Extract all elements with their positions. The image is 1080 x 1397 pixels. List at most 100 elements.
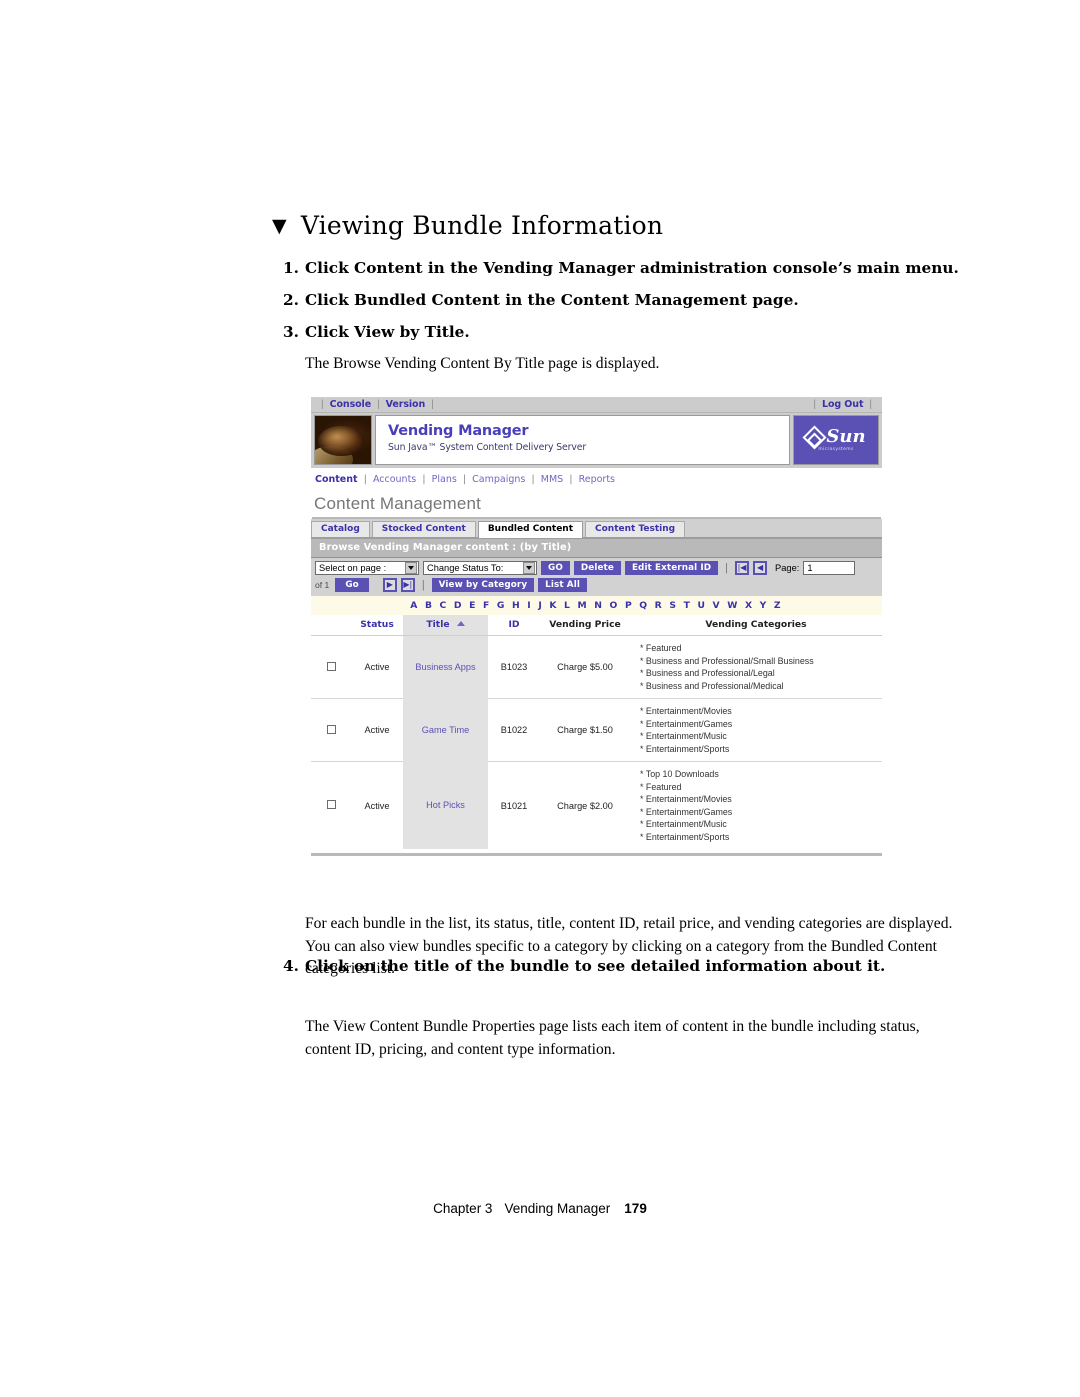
table-row[interactable]: Active Hot Picks B1021 Charge $2.00 * To… bbox=[311, 761, 882, 850]
results-toolbar: Select on page : Change Status To: GO De… bbox=[311, 558, 882, 596]
row-status: Active bbox=[351, 698, 403, 762]
chevron-down-icon[interactable] bbox=[523, 562, 535, 574]
table-row[interactable]: Active Business Apps B1023 Charge $5.00 … bbox=[311, 635, 882, 699]
results-table-head: Status Title ID Vending Price Vending Ca… bbox=[311, 615, 882, 636]
footer-title: Vending Manager bbox=[504, 1201, 611, 1216]
tab-catalog[interactable]: Catalog bbox=[311, 521, 370, 537]
row-categories: * Top 10 Downloads * Featured * Entertai… bbox=[630, 762, 882, 850]
content-management-title: Content Management bbox=[314, 494, 482, 513]
divider: | bbox=[813, 399, 817, 410]
header-vending-price: Vending Price bbox=[540, 615, 630, 636]
paragraph-last: The View Content Bundle Properties page … bbox=[305, 1018, 920, 1058]
category-item: * Entertainment/Games bbox=[640, 718, 733, 729]
version-link[interactable]: Version bbox=[386, 399, 426, 410]
header-title-text: Title bbox=[426, 619, 450, 630]
step-1: 1. Click Content in the Vending Manager a… bbox=[283, 259, 959, 277]
list-all-button[interactable]: List All bbox=[538, 578, 587, 592]
step-2-text: Click Bundled Content in the Content Man… bbox=[305, 291, 799, 309]
step-2-number: 2. bbox=[283, 291, 299, 309]
product-title-block: Vending Manager Sun Java™ System Content… bbox=[375, 415, 790, 465]
table-row[interactable]: Active Game Time B1022 Charge $1.50 * En… bbox=[311, 698, 882, 762]
sun-logo-mark: Sun bbox=[802, 424, 866, 450]
row-checkbox[interactable] bbox=[326, 724, 336, 734]
divider: | bbox=[569, 474, 573, 485]
first-page-icon[interactable]: |◀ bbox=[735, 561, 750, 575]
sun-diamond-icon bbox=[802, 424, 827, 450]
row-checkbox[interactable] bbox=[326, 800, 336, 809]
row-id: B1023 bbox=[488, 635, 540, 699]
edit-external-id-button[interactable]: Edit External ID bbox=[624, 561, 719, 575]
change-status-dropdown[interactable]: Change Status To: bbox=[423, 561, 537, 575]
row-categories: * Featured * Business and Professional/S… bbox=[630, 635, 882, 699]
alphabet-filter[interactable]: A B C D E F G H I J K L M N O P Q R S T … bbox=[311, 596, 882, 615]
footer-chapter: Chapter 3 bbox=[433, 1201, 493, 1216]
sun-logo: Sun microsystems bbox=[793, 415, 879, 465]
main-nav: Content | Accounts | Plans | Campaigns |… bbox=[311, 468, 882, 492]
nav-item-content[interactable]: Content bbox=[315, 474, 358, 485]
page-input[interactable]: 1 bbox=[803, 561, 856, 575]
category-item: * Entertainment/Sports bbox=[640, 831, 730, 842]
category-item: * Business and Professional/Small Busine… bbox=[640, 655, 814, 666]
category-item: * Entertainment/Music bbox=[640, 731, 727, 741]
paragraph-after-step-3: The Browse Vending Content By Title page… bbox=[305, 355, 660, 372]
header-title[interactable]: Title bbox=[403, 615, 488, 636]
results-table-body: Active Business Apps B1023 Charge $5.00 … bbox=[311, 635, 882, 850]
divider: | bbox=[422, 474, 426, 485]
coins-photo-icon bbox=[314, 415, 372, 465]
go-page-button[interactable]: Go bbox=[335, 578, 369, 592]
step-1-text: Click Content in the Vending Manager adm… bbox=[305, 259, 959, 277]
divider: | bbox=[462, 474, 467, 485]
application-screenshot: | Console | Version | | Log Out | Vendin… bbox=[311, 397, 882, 856]
category-item: * Featured bbox=[640, 643, 682, 653]
nav-item-mms[interactable]: MMS bbox=[541, 474, 563, 485]
header-checkbox bbox=[311, 615, 351, 636]
category-item: * Entertainment/Music bbox=[640, 819, 727, 829]
select-on-page-dropdown[interactable]: Select on page : bbox=[315, 561, 419, 575]
console-bar: | Console | Version | | Log Out | bbox=[311, 397, 882, 413]
product-subtitle: Sun Java™ System Content Delivery Server bbox=[388, 442, 587, 453]
step-4-number: 4. bbox=[283, 957, 299, 975]
row-categories: * Entertainment/Movies * Entertainment/G… bbox=[630, 698, 882, 762]
row-title-link[interactable]: Hot Picks bbox=[403, 761, 488, 849]
tab-content-testing[interactable]: Content Testing bbox=[585, 521, 686, 537]
delete-button[interactable]: Delete bbox=[573, 561, 621, 575]
console-link[interactable]: Console bbox=[330, 399, 372, 410]
nav-item-campaigns[interactable]: Campaigns bbox=[472, 474, 525, 485]
header-status[interactable]: Status bbox=[351, 615, 403, 636]
category-item: * Entertainment/Movies bbox=[640, 706, 732, 716]
panel-header: Browse Vending Manager content : (by Tit… bbox=[311, 539, 882, 558]
last-page-icon[interactable]: ▶| bbox=[400, 578, 415, 592]
row-title-link[interactable]: Business Apps bbox=[403, 635, 488, 699]
step-3-number: 3. bbox=[283, 323, 299, 341]
next-page-icon[interactable]: ▶ bbox=[382, 578, 397, 592]
view-by-category-button[interactable]: View by Category bbox=[431, 578, 535, 592]
console-bar-right: | Log Out | bbox=[807, 399, 878, 410]
change-status-label: Change Status To: bbox=[427, 563, 504, 573]
console-bar-left: | Console | Version | bbox=[315, 399, 440, 410]
row-id: B1022 bbox=[488, 698, 540, 762]
nav-item-accounts[interactable]: Accounts bbox=[373, 474, 416, 485]
chevron-down-icon[interactable] bbox=[405, 562, 417, 574]
tab-strip: Catalog Stocked Content Bundled Content … bbox=[311, 519, 882, 539]
previous-page-icon[interactable]: ◀ bbox=[753, 561, 768, 575]
page-label: Page: bbox=[775, 563, 800, 573]
log-out-link[interactable]: Log Out bbox=[822, 399, 863, 410]
step-1-number: 1. bbox=[283, 259, 299, 277]
row-title-link[interactable]: Game Time bbox=[403, 698, 488, 762]
tab-stocked-content[interactable]: Stocked Content bbox=[371, 521, 476, 537]
go-button[interactable]: GO bbox=[541, 561, 570, 575]
sun-logo-inner: Sun microsystems bbox=[802, 424, 866, 452]
row-checkbox[interactable] bbox=[326, 661, 336, 671]
sort-ascending-icon bbox=[456, 621, 465, 626]
category-item: * Entertainment/Movies bbox=[640, 794, 732, 804]
row-checkbox-cell[interactable] bbox=[311, 762, 351, 850]
divider: | bbox=[421, 579, 425, 591]
nav-item-reports[interactable]: Reports bbox=[579, 474, 615, 485]
row-checkbox-cell[interactable] bbox=[311, 635, 351, 699]
section-heading-text: Viewing Bundle Information bbox=[300, 211, 664, 240]
toolbar-row-1: Select on page : Change Status To: GO De… bbox=[315, 561, 878, 575]
nav-item-plans[interactable]: Plans bbox=[432, 474, 457, 485]
row-checkbox-cell[interactable] bbox=[311, 698, 351, 762]
tab-bundled-content[interactable]: Bundled Content bbox=[477, 521, 584, 538]
header-id[interactable]: ID bbox=[488, 615, 540, 636]
